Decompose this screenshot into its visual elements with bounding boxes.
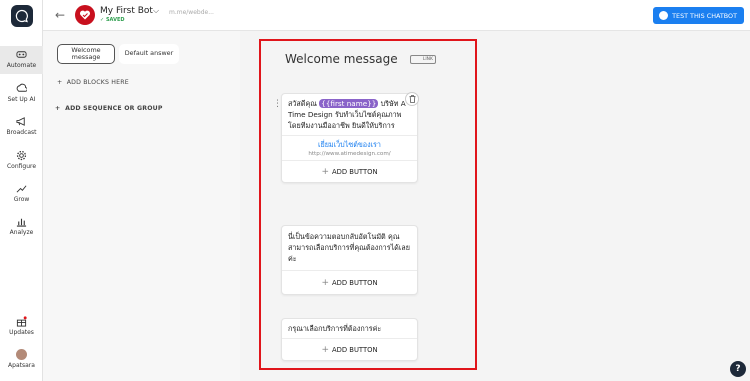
gift-icon (16, 316, 27, 327)
bot-avatar (75, 5, 95, 25)
nav-set-up-ai[interactable]: Set Up AI (0, 83, 43, 103)
nav-user-label: Apatsara (8, 362, 35, 369)
saved-status: ✓ SAVED (100, 17, 125, 23)
tab-default-answer[interactable]: Default answer (119, 44, 179, 64)
top-header: ← My First Bot ⌵ ✓ SAVED m.me/webde... T… (43, 0, 750, 31)
chevron-down-icon[interactable]: ⌵ (153, 6, 159, 16)
highlight-box (259, 39, 477, 370)
nav-set-up-ai-label: Set Up AI (7, 96, 36, 103)
nav-grow[interactable]: Grow (0, 183, 43, 203)
megaphone-icon (16, 117, 25, 126)
growth-icon (16, 185, 27, 193)
saved-label: SAVED (105, 17, 125, 23)
test-chatbot-button[interactable]: TEST THIS CHATBOT (653, 7, 744, 24)
avatar (16, 349, 27, 360)
add-sequence-link[interactable]: + ADD SEQUENCE OR GROUP (55, 105, 163, 112)
add-blocks-label: ADD BLOCKS HERE (66, 79, 129, 86)
back-arrow-icon[interactable]: ← (55, 8, 65, 22)
nav-configure[interactable]: Configure (0, 150, 43, 170)
test-chatbot-label: TEST THIS CHATBOT (672, 11, 737, 20)
nav-updates[interactable]: Updates (0, 316, 43, 336)
chat-bubble-icon (15, 9, 28, 23)
messenger-icon (659, 11, 669, 20)
ai-icon (16, 83, 27, 92)
nav-user[interactable]: Apatsara (0, 349, 43, 369)
nav-broadcast-label: Broadcast (6, 129, 37, 136)
bot-name[interactable]: My First Bot (100, 6, 153, 16)
nav-automate-label: Automate (6, 62, 37, 69)
nav-grow-label: Grow (13, 196, 30, 203)
help-icon[interactable]: ? (730, 361, 746, 377)
add-blocks-link[interactable]: + ADD BLOCKS HERE (57, 79, 129, 86)
nav-automate[interactable]: Automate (0, 46, 43, 74)
nav-broadcast[interactable]: Broadcast (0, 116, 43, 136)
app-logo[interactable] (11, 5, 33, 27)
nav-analyze-label: Analyze (9, 229, 34, 236)
heart-check-icon (79, 10, 91, 20)
add-sequence-label: ADD SEQUENCE OR GROUP (65, 105, 163, 112)
nav-configure-label: Configure (6, 163, 37, 170)
gear-icon (16, 150, 27, 161)
tab-welcome-message[interactable]: Welcome message (57, 44, 115, 64)
nav-analyze[interactable]: Analyze (0, 216, 43, 236)
flow-panel: Welcome message Default answer + ADD BLO… (43, 31, 240, 381)
bot-url[interactable]: m.me/webde... (169, 9, 214, 16)
nav-updates-label: Updates (9, 329, 34, 336)
chart-icon (16, 218, 27, 227)
left-navigation: Automate Set Up AI Broadcast Configure G… (0, 0, 43, 381)
automate-icon (16, 51, 27, 58)
